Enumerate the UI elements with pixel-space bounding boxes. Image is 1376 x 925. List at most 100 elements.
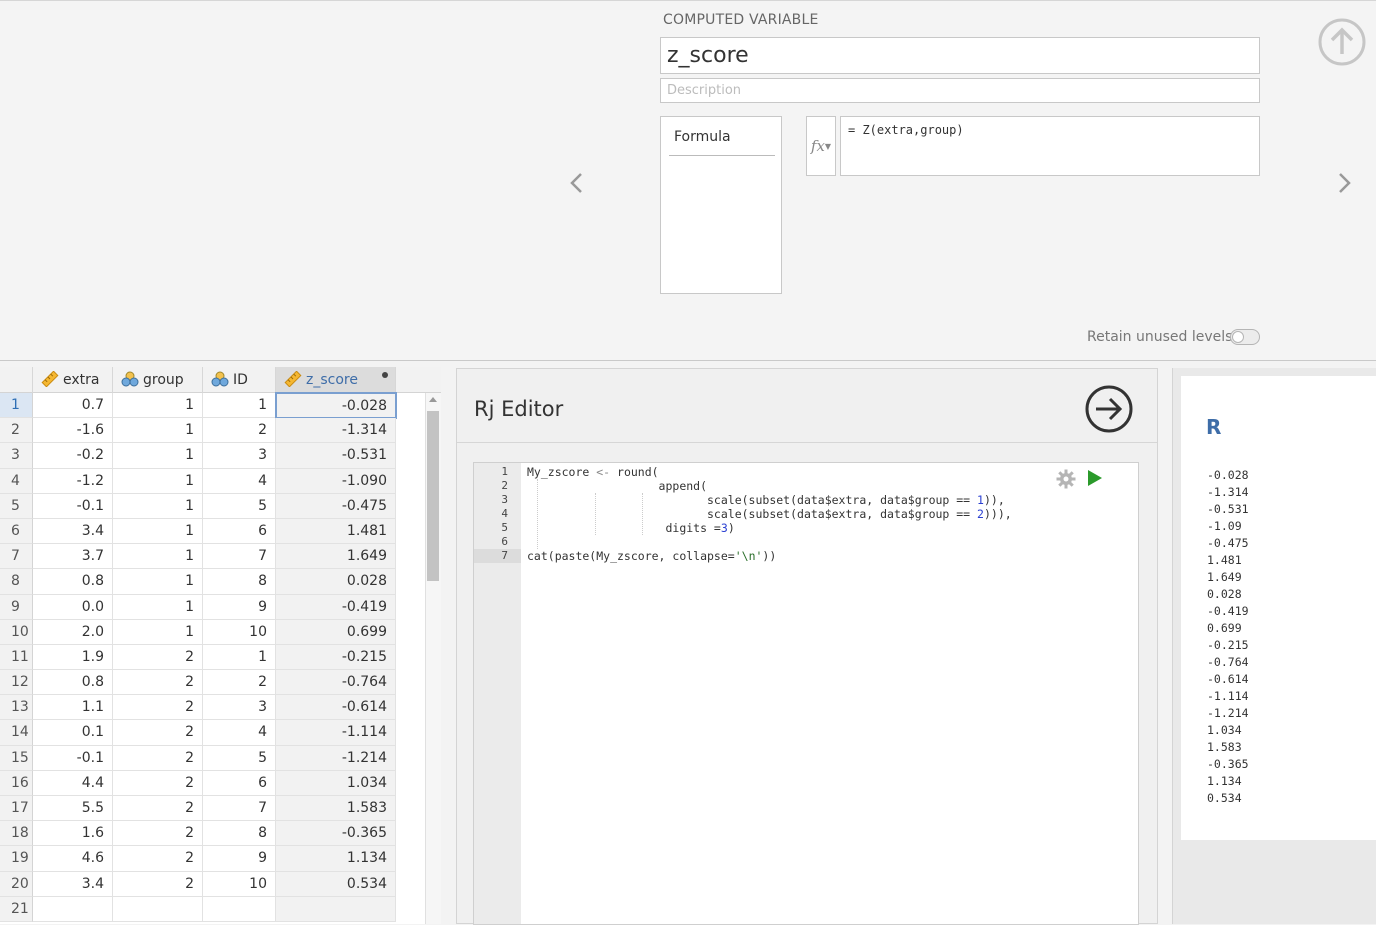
table-cell[interactable]: -0.1: [33, 493, 113, 519]
row-number[interactable]: 7: [0, 544, 33, 570]
formula-expression-field[interactable]: = Z(extra,group): [840, 116, 1260, 176]
table-cell[interactable]: [33, 896, 113, 922]
table-cell[interactable]: -1.114: [276, 720, 396, 746]
table-cell[interactable]: 1: [113, 544, 203, 570]
table-cell[interactable]: 0.028: [276, 569, 396, 595]
table-cell[interactable]: -0.1: [33, 745, 113, 771]
row-number[interactable]: 10: [0, 619, 33, 645]
formula-tab[interactable]: Formula: [669, 129, 775, 156]
table-cell[interactable]: 1.034: [276, 770, 396, 796]
table-cell[interactable]: -1.090: [276, 468, 396, 494]
row-number[interactable]: 9: [0, 594, 33, 620]
table-cell[interactable]: 1: [113, 443, 203, 469]
table-cell[interactable]: 6: [203, 770, 276, 796]
row-number[interactable]: 18: [0, 821, 33, 847]
arrow-up-circle-icon[interactable]: [1316, 16, 1368, 68]
table-cell[interactable]: 1: [113, 493, 203, 519]
table-cell[interactable]: 8: [203, 569, 276, 595]
table-cell[interactable]: 6: [203, 518, 276, 545]
corner-cell[interactable]: [0, 367, 33, 393]
row-number[interactable]: 4: [0, 468, 33, 494]
table-cell[interactable]: 0.8: [33, 569, 113, 595]
table-cell[interactable]: 8: [203, 821, 276, 847]
row-number[interactable]: 2: [0, 418, 33, 444]
table-cell[interactable]: -1.6: [33, 418, 113, 444]
table-cell[interactable]: 1: [113, 619, 203, 645]
table-cell[interactable]: -1.214: [276, 745, 396, 771]
table-cell[interactable]: 1.481: [276, 518, 396, 545]
table-cell[interactable]: 4: [203, 468, 276, 494]
variable-name-field[interactable]: [660, 37, 1260, 74]
row-number[interactable]: 11: [0, 644, 33, 671]
table-cell[interactable]: 3: [203, 443, 276, 469]
row-number[interactable]: 21: [0, 896, 33, 922]
column-header-id[interactable]: ID: [203, 367, 276, 393]
column-header-group[interactable]: group: [113, 367, 203, 393]
table-cell[interactable]: 3: [203, 695, 276, 721]
row-number[interactable]: 12: [0, 670, 33, 696]
table-cell[interactable]: 3.7: [33, 544, 113, 570]
retain-unused-levels-toggle[interactable]: [1230, 329, 1260, 345]
row-number[interactable]: 20: [0, 871, 33, 897]
arrow-right-circle-icon[interactable]: [1084, 384, 1134, 434]
table-cell[interactable]: 1.583: [276, 796, 396, 822]
table-cell[interactable]: -1.2: [33, 468, 113, 494]
function-picker-button[interactable]: fx▼: [806, 116, 836, 176]
table-cell[interactable]: 5.5: [33, 796, 113, 822]
table-cell[interactable]: 1.1: [33, 695, 113, 721]
row-number[interactable]: 16: [0, 770, 33, 796]
row-number[interactable]: 17: [0, 796, 33, 822]
table-cell[interactable]: 9: [203, 846, 276, 872]
run-play-icon[interactable]: [1088, 470, 1102, 486]
table-cell[interactable]: 2: [203, 418, 276, 444]
table-cell[interactable]: 2: [113, 871, 203, 897]
row-number[interactable]: 3: [0, 443, 33, 469]
table-cell[interactable]: 1: [113, 569, 203, 595]
table-cell[interactable]: 4: [203, 720, 276, 746]
scrollbar-thumb[interactable]: [427, 411, 439, 581]
table-cell[interactable]: 1.9: [33, 644, 113, 671]
table-cell[interactable]: 2: [113, 821, 203, 847]
table-cell[interactable]: -0.215: [276, 644, 396, 671]
table-cell[interactable]: 3.4: [33, 871, 113, 897]
gear-icon[interactable]: [1056, 469, 1076, 489]
table-cell[interactable]: 10: [203, 871, 276, 897]
row-number[interactable]: 14: [0, 720, 33, 746]
table-cell[interactable]: 0.8: [33, 670, 113, 696]
table-cell[interactable]: 1: [113, 518, 203, 545]
table-cell[interactable]: 0.0: [33, 594, 113, 620]
table-cell[interactable]: -0.028: [275, 391, 397, 420]
table-cell[interactable]: 1: [113, 468, 203, 494]
table-cell[interactable]: 2: [113, 770, 203, 796]
table-cell[interactable]: 4.6: [33, 846, 113, 872]
description-field[interactable]: [660, 78, 1260, 103]
table-cell[interactable]: -0.764: [276, 670, 396, 696]
table-cell[interactable]: 2: [113, 670, 203, 696]
table-cell[interactable]: 2: [113, 796, 203, 822]
table-cell[interactable]: 1: [113, 393, 203, 419]
column-header-z-score[interactable]: z_score: [276, 367, 396, 393]
table-cell[interactable]: 5: [203, 493, 276, 519]
table-cell[interactable]: 1.134: [276, 846, 396, 872]
table-cell[interactable]: 7: [203, 796, 276, 822]
table-cell[interactable]: 0.7: [33, 393, 113, 419]
row-number[interactable]: 1: [0, 393, 33, 419]
row-number[interactable]: 8: [0, 569, 33, 595]
table-cell[interactable]: 5: [203, 745, 276, 771]
scroll-up-icon[interactable]: [429, 397, 437, 402]
row-number[interactable]: 13: [0, 695, 33, 721]
table-cell[interactable]: 2.0: [33, 619, 113, 645]
table-cell[interactable]: -0.475: [276, 493, 396, 519]
table-cell[interactable]: 1: [203, 393, 276, 419]
chevron-left-icon[interactable]: [562, 166, 590, 200]
table-cell[interactable]: 3.4: [33, 518, 113, 545]
table-cell[interactable]: 7: [203, 544, 276, 570]
vertical-scrollbar[interactable]: [425, 393, 441, 924]
table-cell[interactable]: 0.699: [276, 619, 396, 645]
table-cell[interactable]: 2: [113, 644, 203, 671]
table-cell[interactable]: -0.614: [276, 695, 396, 721]
row-number[interactable]: 5: [0, 493, 33, 519]
table-cell[interactable]: 9: [203, 594, 276, 620]
table-cell[interactable]: 10: [203, 619, 276, 645]
table-cell[interactable]: 1: [113, 418, 203, 444]
